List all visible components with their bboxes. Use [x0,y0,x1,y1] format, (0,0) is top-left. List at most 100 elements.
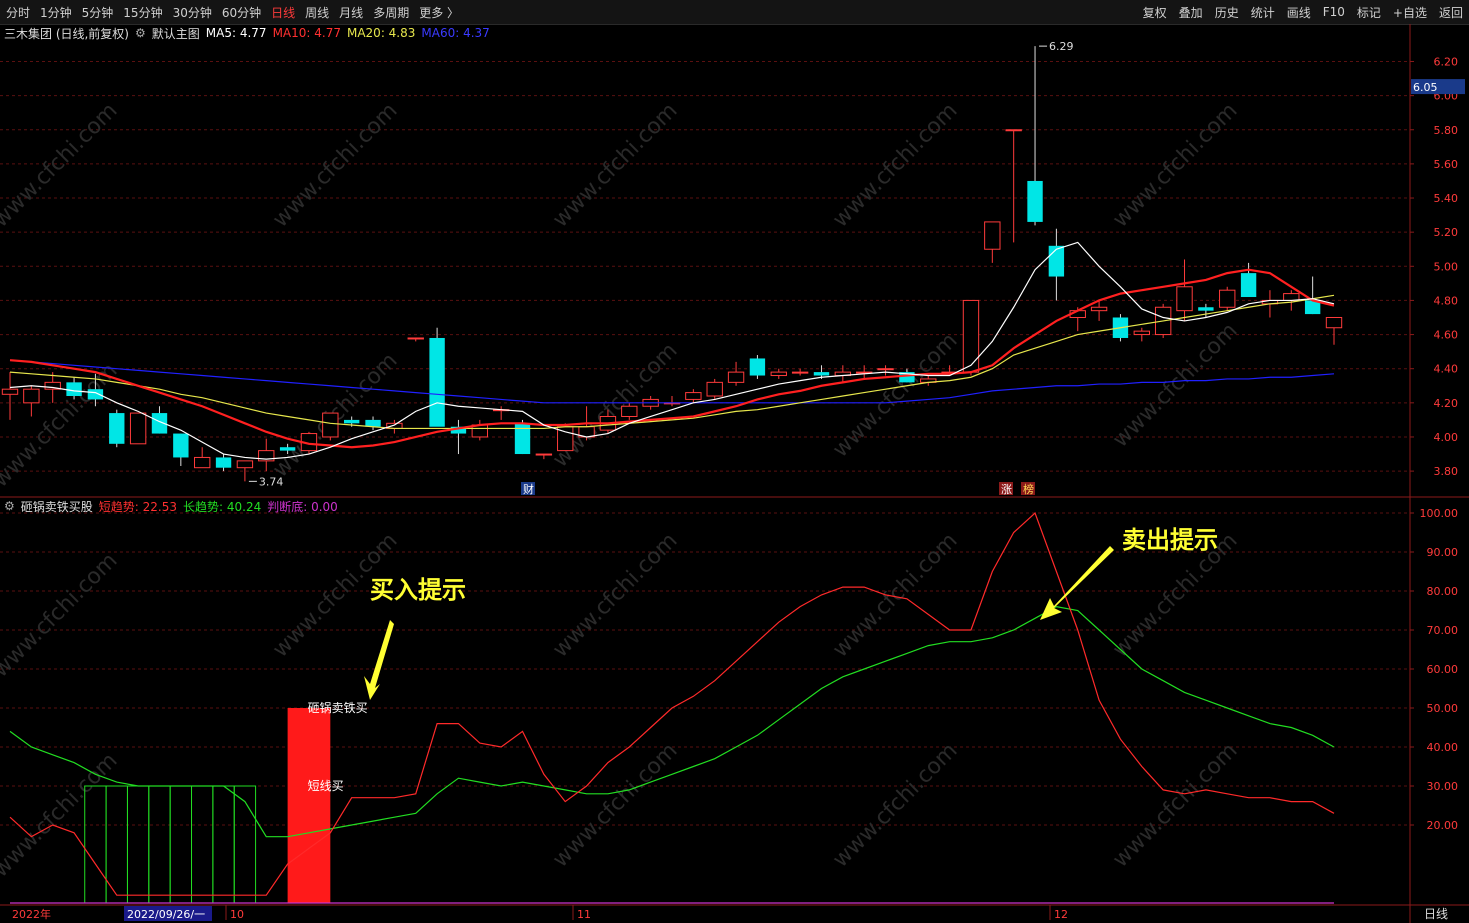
candle-body [429,337,445,427]
candle-body [1240,273,1257,298]
watermark: www.cfchi.com [1108,738,1242,872]
candle [749,355,766,379]
watermark: www.cfchi.com [828,738,962,872]
bottom-signal-bar [191,785,214,904]
candle-body [194,456,211,469]
candle-body [877,368,894,371]
high-label: 6.29 [1049,40,1074,53]
candle-body [129,412,147,445]
candle-body [1325,316,1343,329]
y-tick-label: 40.00 [1427,741,1459,754]
y-tick-label: 80.00 [1427,585,1459,598]
candle [984,221,1001,263]
candle-body [813,372,830,376]
candle [23,385,40,417]
buy-hint-label: 买入提示 [370,576,466,604]
candle [194,447,211,469]
candle-body [984,221,1001,250]
candle [1005,129,1022,243]
candle-body [279,447,296,451]
month-label: 12 [1054,908,1068,921]
watermark: www.cfchi.com [0,358,123,492]
candle [365,416,381,431]
candle [514,419,531,455]
candle [791,368,809,376]
candle [962,299,980,376]
candle [471,419,488,441]
candle [129,412,147,445]
bottom-signal-bar [169,785,193,904]
y-tick-label: 70.00 [1427,624,1459,637]
y-tick-label: 5.80 [1434,124,1459,137]
watermark: www.cfchi.com [548,98,682,232]
candle-body [322,412,339,438]
y-tick-label: 60.00 [1427,663,1459,676]
cursor-date-label: 2022/09/26/一 [127,908,205,921]
watermark: www.cfchi.com [548,738,682,872]
y-tick-label: 4.00 [1434,431,1459,444]
badge-cai: 财 [523,482,534,496]
y-tick-label: 50.00 [1427,702,1459,715]
candle [1219,286,1236,311]
candle-body [87,389,104,400]
candle-body [23,388,40,404]
y-tick-label: 4.40 [1434,363,1459,376]
y-tick-label: 30.00 [1427,780,1459,793]
bottom-signal-bar [233,785,257,904]
chart-canvas[interactable]: 3.80 4.00 4.20 4.40 4.60 4.80 5.00 5.20 5.40 5.60… [0,0,1469,923]
current-price-label: 6.05 [1413,81,1438,94]
candle [215,454,232,472]
candle-body [1027,180,1043,222]
watermark: www.cfchi.com [548,528,682,662]
watermark: www.cfchi.com [268,98,402,232]
candle [706,378,723,400]
y-tick-label: 5.60 [1434,158,1459,171]
sell-hint-label: 卖出提示 [1122,526,1218,554]
short-buy-label: 短线买 [308,779,344,793]
candle-body [1048,245,1065,277]
month-label: 11 [577,908,591,921]
candle-body [407,337,424,340]
candle-body [791,371,809,374]
candle-body [236,460,254,469]
candle [856,365,873,379]
candle-body [109,413,125,444]
candle-body [66,382,82,397]
candle-body [962,299,980,373]
buy-hint-arrow [364,620,394,700]
buy-signal-bar [287,708,331,903]
candle-body [770,371,787,377]
candle [236,460,254,482]
watermark: www.cfchi.com [548,338,682,472]
candle-body [1219,289,1236,308]
y-tick-label: 5.40 [1434,192,1459,205]
y-tick-label: 6.20 [1434,55,1459,68]
period-label: 日线 [1424,907,1448,921]
candle [1133,327,1150,342]
bottom-signal-bar [148,785,171,904]
y-tick-label: 3.80 [1434,465,1459,478]
candle-body [749,358,766,376]
bottom-signal-bar [105,785,128,904]
candle-body [1133,330,1150,336]
candle-body [343,419,360,424]
y-tick-label: 5.20 [1434,226,1459,239]
bottom-signal-bar [126,785,150,904]
candle [1176,259,1193,321]
candle-body [727,371,745,383]
candle [109,409,125,448]
y-tick-label: 20.00 [1427,819,1459,832]
watermark: www.cfchi.com [1108,318,1242,452]
candle [1048,228,1065,301]
candle-body [1176,286,1193,312]
y-tick-label: 4.60 [1434,329,1459,342]
bottom-signal-bar [212,785,235,904]
candle-body [215,457,232,468]
candle [322,412,339,441]
bottom-signal-bar [84,785,107,904]
low-label: 3.74 [259,475,284,488]
y-tick-label: 4.80 [1434,294,1459,307]
y-tick-label: 4.20 [1434,397,1459,410]
month-label: 10 [230,908,244,921]
watermark: www.cfchi.com [0,548,123,682]
